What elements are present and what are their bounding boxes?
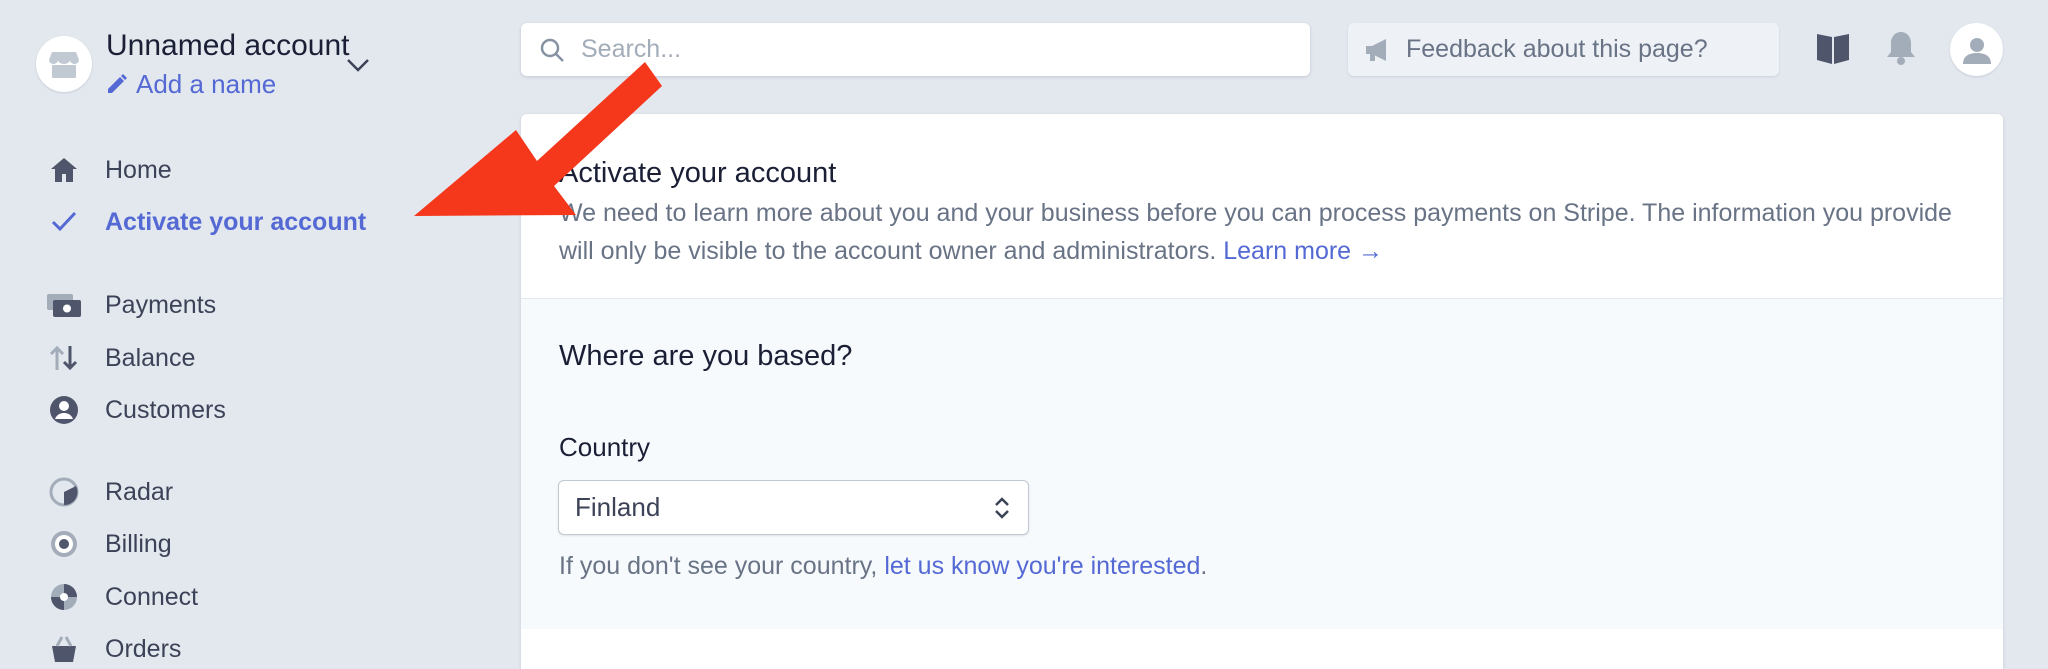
sidebar-item-payments[interactable]: Payments xyxy=(46,287,216,323)
sidebar-item-connect[interactable]: Connect xyxy=(46,579,198,615)
chevron-down-icon[interactable] xyxy=(344,30,384,102)
country-label: Country xyxy=(559,432,651,462)
sidebar-item-label: Connect xyxy=(105,582,199,611)
user-avatar[interactable] xyxy=(1950,23,2003,76)
page-description: We need to learn more about you and your… xyxy=(559,194,1979,270)
feedback-label: Feedback about this page? xyxy=(1406,35,1708,63)
payments-icon xyxy=(46,287,82,323)
learn-more-link[interactable]: Learn more → xyxy=(1223,237,1383,265)
hint-suffix: . xyxy=(1200,552,1208,580)
sidebar-item-radar[interactable]: Radar xyxy=(46,474,173,510)
sidebar-item-label: Balance xyxy=(105,343,196,372)
sidebar-item-orders[interactable]: Orders xyxy=(46,631,181,667)
docs-book-icon[interactable] xyxy=(1815,30,1851,66)
search-icon xyxy=(540,38,564,62)
sidebar-item-label: Radar xyxy=(105,477,174,506)
search-bar[interactable] xyxy=(521,23,1310,76)
sidebar-item-activate[interactable]: Activate your account xyxy=(46,204,366,240)
add-name-label: Add a name xyxy=(136,69,277,99)
sidebar-item-label: Home xyxy=(105,155,172,184)
add-name-link[interactable]: Add a name xyxy=(106,66,350,102)
sidebar-item-balance[interactable]: Balance xyxy=(46,340,195,376)
user-icon xyxy=(1962,37,1991,64)
check-icon xyxy=(46,204,82,240)
store-icon xyxy=(36,36,92,92)
next-section xyxy=(521,629,2003,669)
sidebar-item-billing[interactable]: Billing xyxy=(46,526,172,562)
megaphone-icon xyxy=(1366,38,1386,61)
radar-icon xyxy=(46,474,82,510)
pencil-icon xyxy=(108,74,127,93)
customers-icon xyxy=(46,392,82,428)
section-title: Where are you based? xyxy=(559,340,853,372)
connect-icon xyxy=(46,579,82,615)
country-hint: If you don't see your country, let us kn… xyxy=(559,552,1207,581)
sidebar-item-customers[interactable]: Customers xyxy=(46,392,226,428)
balance-icon xyxy=(46,340,82,376)
country-value: Finland xyxy=(575,492,661,522)
billing-icon xyxy=(46,526,82,562)
sidebar-item-home[interactable]: Home xyxy=(46,152,172,188)
sidebar-item-label: Billing xyxy=(105,529,172,558)
hint-prefix: If you don't see your country, xyxy=(559,552,878,580)
sidebar-item-label: Payments xyxy=(105,290,217,319)
feedback-button[interactable]: Feedback about this page? xyxy=(1348,23,1779,76)
sidebar-item-label: Customers xyxy=(105,395,226,424)
orders-icon xyxy=(46,631,82,667)
account-name: Unnamed account xyxy=(106,29,350,62)
sidebar-item-label: Activate your account xyxy=(105,207,367,236)
sidebar-item-label: Orders xyxy=(105,634,182,663)
country-select[interactable]: Finland xyxy=(558,480,1029,535)
account-switcher[interactable]: Unnamed account Add a name xyxy=(36,26,350,102)
interested-link[interactable]: let us know you're interested xyxy=(884,552,1200,580)
select-chevron-icon xyxy=(995,496,1009,519)
home-icon xyxy=(46,152,82,188)
bell-icon[interactable] xyxy=(1885,30,1917,66)
search-input[interactable] xyxy=(581,35,1281,64)
page-title: Activate your account xyxy=(559,157,837,189)
card-header: Activate your account We need to learn m… xyxy=(521,114,2003,299)
activation-card: Activate your account We need to learn m… xyxy=(521,114,2003,669)
